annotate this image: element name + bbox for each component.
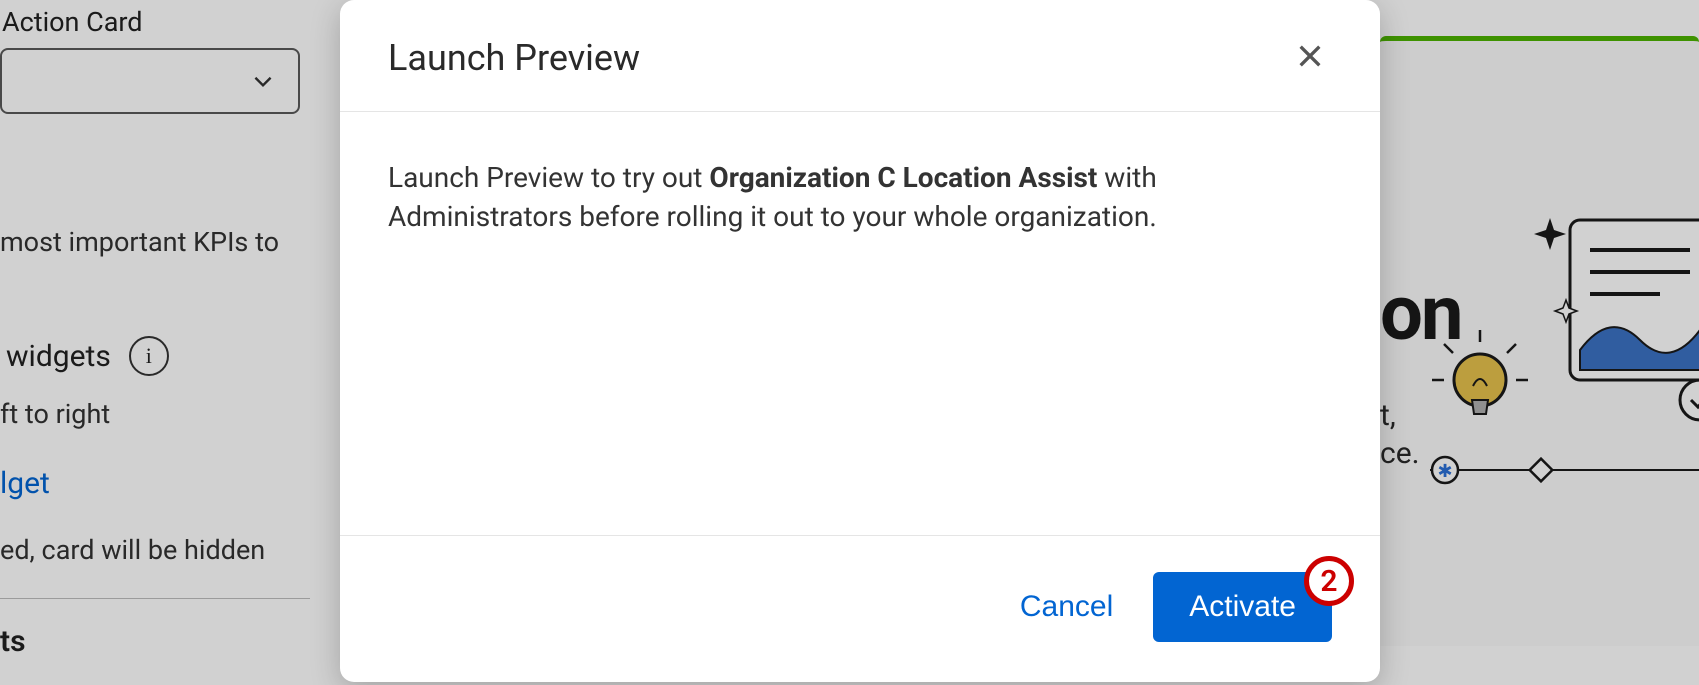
close-icon xyxy=(1294,40,1326,72)
modal-footer: Cancel Activate 2 xyxy=(340,535,1380,682)
close-button[interactable] xyxy=(1288,34,1332,81)
modal-header: Launch Preview xyxy=(340,0,1380,112)
modal-title: Launch Preview xyxy=(388,37,640,79)
modal-body: Launch Preview to try out Organization C… xyxy=(340,112,1380,535)
cancel-button[interactable]: Cancel xyxy=(1020,590,1113,624)
launch-preview-modal: Launch Preview Launch Preview to try out… xyxy=(340,0,1380,682)
modal-body-prefix: Launch Preview to try out xyxy=(388,161,709,194)
modal-body-bold: Organization C Location Assist xyxy=(709,161,1097,194)
step-badge: 2 xyxy=(1304,556,1354,606)
